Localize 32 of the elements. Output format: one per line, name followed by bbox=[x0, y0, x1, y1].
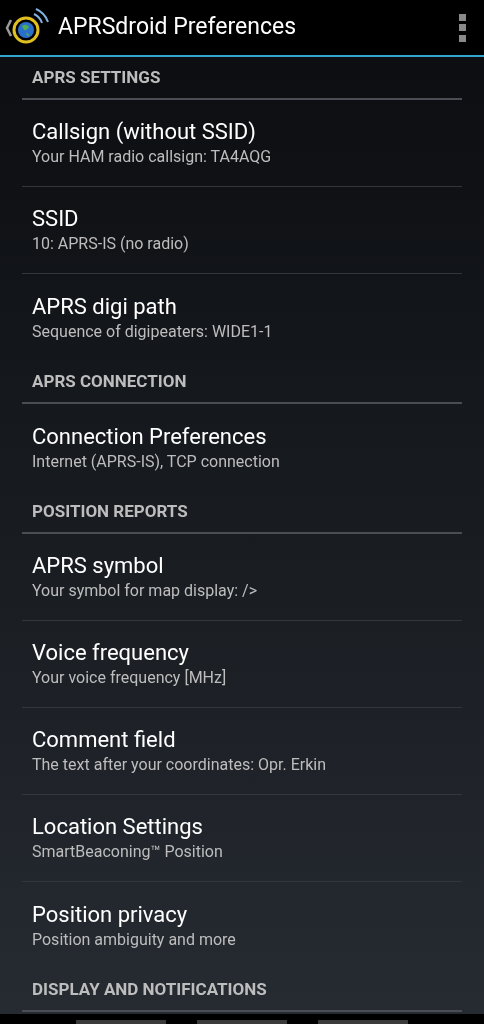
preference-title: Connection Preferences bbox=[32, 422, 268, 451]
preference-item[interactable]: APRS digi path Sequence of digipeaters: WIDE1-1 bbox=[22, 274, 462, 361]
section-header: DISPLAY AND NOTIFICATIONS bbox=[22, 969, 462, 1012]
preference-item[interactable]: Location Settings SmartBeaconing™ Position bbox=[22, 795, 462, 882]
preference-title: APRS digi path bbox=[32, 292, 178, 321]
preference-title: Callsign (without SSID) bbox=[32, 118, 257, 146]
preference-item[interactable]: Connection Preferences Internet (APRS-IS), TCP connection bbox=[22, 404, 462, 491]
preference-item[interactable]: Voice frequency Your voice frequency [MHz] bbox=[22, 621, 462, 708]
preference-summary: Sequence of digipeaters: WIDE1-1 bbox=[32, 320, 274, 343]
preference-summary: Your HAM radio callsign: TA4AQG bbox=[32, 146, 273, 168]
preference-item[interactable]: SSID 10: APRS-IS (no radio) bbox=[22, 187, 462, 274]
preference-summary: SmartBeaconing™ Position bbox=[32, 841, 224, 863]
preference-summary: Position ambiguity and more bbox=[32, 928, 237, 951]
preference-summary: The text after your coordinates: Opr. Erkin bbox=[32, 754, 327, 776]
preference-summary: 10: APRS-IS (no radio) bbox=[32, 233, 190, 255]
preference-title: APRS symbol bbox=[32, 552, 165, 580]
preference-summary: Your voice frequency [MHz] bbox=[32, 667, 228, 689]
section-header: APRS CONNECTION bbox=[22, 361, 462, 404]
preference-title: Comment field bbox=[32, 726, 177, 754]
preference-title: Location Settings bbox=[32, 813, 204, 841]
preference-summary: Your symbol for map display: /> bbox=[32, 580, 259, 602]
app-title: APRSdroid Preferences bbox=[58, 12, 298, 43]
preference-item[interactable]: Position privacy Position ambiguity and more bbox=[22, 882, 462, 969]
section-header: APRS SETTINGS bbox=[22, 57, 462, 100]
preference-item[interactable]: Callsign (without SSID) Your HAM radio callsign: TA4AQG bbox=[22, 100, 462, 187]
preference-title: Position privacy bbox=[32, 900, 189, 929]
preference-item[interactable]: APRS symbol Your symbol for map display: /> bbox=[22, 534, 462, 621]
preference-summary: Internet (APRS-IS), TCP connection bbox=[32, 450, 281, 473]
preference-title: Voice frequency bbox=[32, 639, 190, 667]
preference-item[interactable]: Comment field The text after your coordinates: Opr. Erkin bbox=[22, 708, 462, 795]
section-header: POSITION REPORTS bbox=[22, 491, 462, 534]
preference-title: SSID bbox=[32, 205, 80, 233]
